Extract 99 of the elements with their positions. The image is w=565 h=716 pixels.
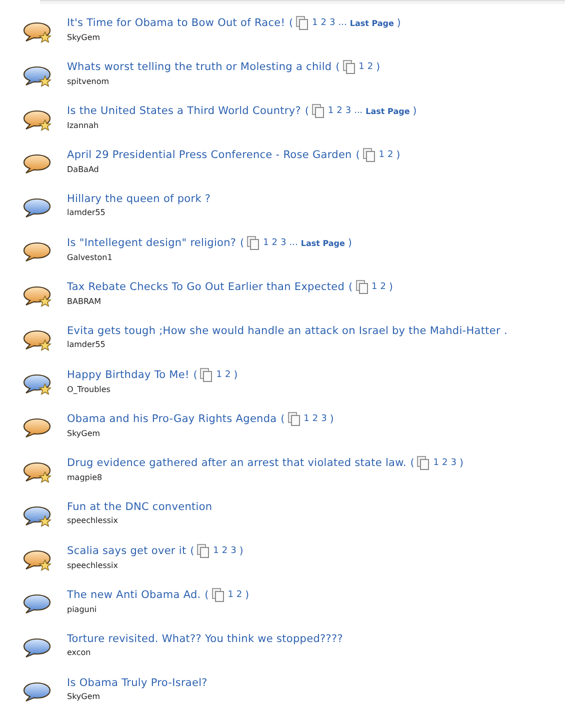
page-link[interactable]: 2 [380, 282, 386, 292]
topic-link[interactable]: Happy Birthday To Me! [67, 369, 190, 381]
page-link[interactable]: 3 [450, 458, 456, 468]
author-name: speechlessix [67, 516, 119, 525]
topic-link[interactable]: Is the United States a Third World Country? [67, 105, 301, 117]
page-link[interactable]: 1 [216, 370, 222, 380]
author-name: lamder55 [67, 208, 106, 217]
topic-link[interactable]: Is Obama Truly Pro-Israel? [67, 677, 208, 689]
pages-icon [342, 60, 355, 74]
paren: ( [336, 62, 340, 72]
paren: ) [234, 370, 238, 380]
pages-icon [288, 412, 300, 426]
page-link[interactable]: 3 [230, 546, 236, 556]
page-link[interactable]: 2 [336, 106, 342, 116]
page-link[interactable]: 1 [263, 238, 269, 248]
author-name: SkyGem [67, 429, 102, 438]
author-name: magpie8 [67, 473, 104, 482]
author-name: Galveston1 [67, 253, 114, 262]
page-link[interactable]: 1 [378, 150, 384, 160]
ellipsis: ... [338, 18, 347, 28]
paren: ( [193, 370, 198, 380]
page-link[interactable]: 1 [304, 414, 310, 424]
author-name: SkyGem [67, 692, 102, 701]
paren: ( [348, 282, 353, 292]
page-link[interactable]: 1 [358, 62, 364, 72]
paren: ) [330, 414, 334, 424]
author-name: excon [67, 648, 92, 657]
author-name: SkyGem [67, 33, 102, 42]
paren: ) [459, 458, 464, 468]
paren: ( [356, 150, 360, 160]
paren: ( [190, 546, 194, 556]
last-page-link[interactable]: Last Page [300, 238, 345, 248]
page-link[interactable]: 2 [236, 590, 242, 600]
pages-icon [417, 456, 430, 470]
author-name: BABRAM [67, 297, 102, 306]
page-link[interactable]: 2 [272, 238, 278, 248]
pages-icon [296, 16, 308, 30]
paren: ( [240, 238, 244, 248]
topic-link[interactable]: Whats worst telling the truth or Molesting a child [67, 61, 332, 73]
topic-link[interactable]: The new Anti Obama Ad. [67, 589, 201, 601]
paren: ) [239, 546, 244, 556]
paren: ) [412, 106, 417, 116]
topic-link[interactable]: April 29 Presidential Press Conference - Rose Garden [67, 149, 352, 161]
topic-link[interactable]: Torture revisited. What?? You think we stopped???? [67, 633, 343, 645]
page-link[interactable]: 1 [433, 458, 440, 468]
author-name: spitvenom [67, 77, 110, 86]
author-name: DaBaAd [67, 165, 100, 174]
page-link[interactable]: 2 [320, 18, 327, 28]
page-link[interactable]: 2 [367, 62, 374, 72]
paren: ( [289, 18, 294, 28]
paren: ) [348, 238, 352, 248]
pages-icon [362, 148, 375, 162]
paren: ( [410, 458, 414, 468]
author-name: speechlessix [67, 561, 119, 570]
page-link[interactable]: 2 [312, 414, 318, 424]
topic-link[interactable]: Drug evidence gathered after an arrest that violated state law. [67, 457, 406, 469]
topic-link[interactable]: Fun at the DNC convention [67, 501, 212, 513]
topic-link[interactable]: Hillary the queen of pork ? [67, 193, 211, 205]
ellipsis: ... [289, 238, 298, 248]
pages-icon [247, 236, 260, 250]
last-page-link[interactable]: Last Page [366, 106, 410, 116]
paren: ) [376, 62, 380, 72]
page-link[interactable]: 2 [442, 458, 448, 468]
paren: ) [245, 590, 250, 600]
pages-icon [312, 104, 324, 118]
author-name: Izannah [67, 121, 100, 130]
last-page-link[interactable]: Last Page [350, 18, 394, 28]
page-link[interactable]: 1 [312, 18, 318, 28]
page-link[interactable]: 2 [224, 370, 231, 380]
paren: ) [396, 18, 401, 28]
page-link[interactable]: 3 [280, 238, 286, 248]
page-link[interactable]: 1 [228, 590, 234, 600]
page-link[interactable]: 2 [222, 546, 228, 556]
ellipsis: ... [354, 106, 363, 116]
paren: ( [280, 414, 285, 424]
topic-link[interactable]: Scalia says get over it [67, 545, 186, 557]
page-link[interactable]: 1 [213, 546, 219, 556]
page-link[interactable]: 1 [328, 106, 334, 116]
paren: ) [396, 150, 400, 160]
topic-link[interactable]: Is "Intellegent design" religion? [67, 237, 236, 249]
topic-link[interactable]: Evita gets tough ;How she would handle an attack on Israel by the Mahdi-Hatter . [67, 325, 508, 337]
paren: ) [388, 282, 393, 292]
paren: ( [304, 106, 309, 116]
topic-link[interactable]: It's Time for Obama to Bow Out of Race! [67, 17, 286, 29]
topic-link[interactable]: Obama and his Pro-Gay Rights Agenda [67, 413, 277, 425]
page-link[interactable]: 3 [345, 106, 352, 116]
page-link[interactable]: 3 [330, 18, 336, 28]
pages-icon [200, 368, 212, 382]
page-link[interactable]: 1 [372, 282, 378, 292]
author-name: lamder55 [67, 340, 106, 349]
pages-icon [212, 588, 224, 602]
page-link[interactable]: 2 [388, 150, 394, 160]
author-name: piaguni [67, 605, 98, 614]
pages-icon [197, 544, 210, 558]
paren: ( [204, 590, 209, 600]
pages-icon [356, 280, 368, 294]
page-link[interactable]: 3 [321, 414, 327, 424]
topic-link[interactable]: Tax Rebate Checks To Go Out Earlier than Expected [67, 281, 345, 293]
author-name: O_Troubles [67, 385, 112, 394]
